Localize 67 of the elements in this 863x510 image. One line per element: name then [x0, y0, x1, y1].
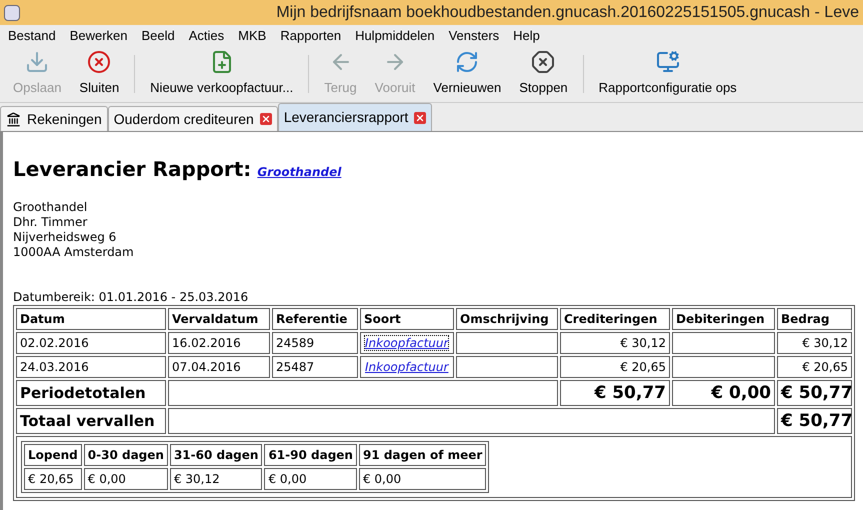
menu-item[interactable]: Rapporten: [280, 26, 342, 46]
table-cell: € 30,12: [777, 332, 852, 354]
table-cell: € 30,12: [560, 332, 670, 354]
table-cell: € 0,00: [84, 468, 168, 490]
window-title: Mijn bedrijfsnaam boekhoudbestanden.gnucash.20160225151505.gnucash - Leve: [276, 2, 859, 22]
vendor-link[interactable]: Groothandel: [257, 163, 342, 181]
close-icon: [87, 50, 112, 74]
table-cell: 07.04.2016: [168, 356, 270, 378]
close-icon[interactable]: [260, 113, 272, 125]
menu-item[interactable]: Hulpmiddelen: [355, 26, 435, 46]
column-header: Soort: [360, 308, 454, 330]
column-header: 31-60 dagen: [170, 444, 262, 466]
table-cell: € 20,65: [560, 356, 670, 378]
toolbar-button[interactable]: Vernieuwen: [424, 48, 510, 100]
table-cell: 16.02.2016: [168, 332, 270, 354]
column-header: Vervaldatum: [168, 308, 270, 330]
table-cell: 24.03.2016: [16, 356, 166, 378]
table-cell: € 20,65: [24, 468, 82, 490]
tab[interactable]: Leveranciersrapport: [278, 103, 432, 131]
invoice-type-link[interactable]: Inkoopfactuur: [364, 335, 450, 351]
column-header: 91 dagen of meer: [358, 444, 486, 466]
report-title: Leverancier Rapport:: [13, 156, 252, 183]
address-line: 1000AA Amsterdam: [13, 245, 135, 260]
toolbar-button[interactable]: Rapportconfiguratie ops: [590, 48, 746, 100]
toolbar-button[interactable]: Stoppen: [510, 48, 577, 100]
stop-icon: [531, 50, 556, 74]
date-range: Datumbereik: 01.01.2016 - 25.03.2016: [13, 290, 250, 305]
refresh-icon: [455, 50, 480, 74]
table-cell: 25487: [272, 356, 358, 378]
total-label: Totaal vervallen: [16, 408, 166, 434]
menu-item[interactable]: MKB: [238, 26, 266, 46]
menu-item[interactable]: Help: [513, 26, 540, 46]
column-header: Lopend: [24, 444, 82, 466]
column-header: Crediteringen: [560, 308, 670, 330]
menu-item[interactable]: Bestand: [8, 26, 56, 46]
toolbar-button[interactable]: Nieuwe verkoopfactuur...: [141, 48, 302, 100]
table-cell: € 30,12: [170, 468, 262, 490]
column-header: Referentie: [272, 308, 358, 330]
total-label: Periodetotalen: [16, 380, 166, 406]
table-cell: € 20,65: [777, 356, 852, 378]
monitor-gear-icon: [656, 50, 680, 74]
table-cell: 02.02.2016: [16, 332, 166, 354]
table-cell: € 0,00: [264, 468, 357, 490]
close-icon[interactable]: [414, 112, 426, 124]
table-cell: 24589: [272, 332, 358, 354]
total-value: € 50,77: [560, 380, 670, 406]
menu-item[interactable]: Bewerken: [70, 26, 128, 46]
address-line: Dhr. Timmer: [13, 215, 88, 230]
address-line: Nijverheidsweg 6: [13, 230, 118, 245]
app-icon: [4, 4, 20, 20]
column-header: Debiteringen: [672, 308, 775, 330]
column-header: Datum: [16, 308, 166, 330]
address-line: Groothandel: [13, 200, 88, 215]
column-header: 61-90 dagen: [264, 444, 357, 466]
toolbar-button[interactable]: Sluiten: [70, 48, 128, 100]
bank-icon: [6, 112, 21, 126]
menu-item[interactable]: Beeld: [142, 26, 175, 46]
menu-item[interactable]: Vensters: [448, 26, 500, 46]
tab[interactable]: Rekeningen: [0, 106, 108, 131]
total-value: € 0,00: [672, 380, 775, 406]
tab[interactable]: Ouderdom crediteuren: [108, 106, 278, 131]
save-icon: [25, 50, 50, 74]
table-cell: € 0,00: [358, 468, 486, 490]
menu-item[interactable]: Acties: [188, 26, 224, 46]
column-header: Bedrag: [777, 308, 852, 330]
column-header: 0-30 dagen: [84, 444, 168, 466]
column-header: Omschrijving: [456, 308, 558, 330]
